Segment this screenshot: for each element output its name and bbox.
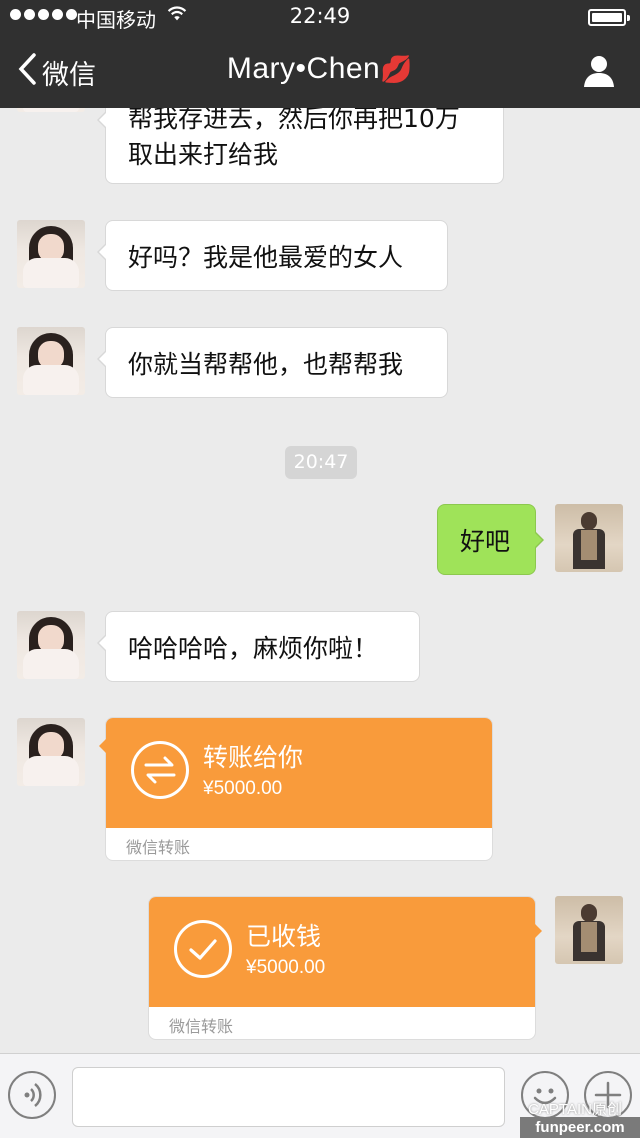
message-text: 哈哈哈哈，麻烦你啦！ xyxy=(128,633,379,663)
nav-bar: 微信 Mary•Chen💋 xyxy=(0,34,640,108)
message-bubble[interactable]: 你就当帮帮他，也帮帮我 xyxy=(97,327,448,398)
avatar[interactable] xyxy=(17,108,85,112)
message-bubble[interactable]: 好吗？我是他最爱的女人 xyxy=(97,220,448,291)
transfer-footer: 微信转账 xyxy=(126,838,191,857)
avatar[interactable] xyxy=(17,327,85,395)
avatar[interactable] xyxy=(17,611,85,679)
message-text: 你就当帮帮他，也帮帮我 xyxy=(128,349,404,379)
status-bar: 中国移动 22:49 xyxy=(0,0,640,34)
message-text: 帮我存进去，然后你再把10万 xyxy=(128,108,460,133)
transfer-amount: ¥5000.00 xyxy=(203,778,283,799)
message-text: 取出来打给我 xyxy=(128,140,279,169)
top-bar: 中国移动 22:49 微信 Mary•Chen💋 xyxy=(0,0,640,108)
contact-name: Mary•Chen xyxy=(226,52,381,85)
message-text: 好吗？我是他最爱的女人 xyxy=(128,242,404,272)
contact-info-button[interactable] xyxy=(582,54,616,88)
battery-icon xyxy=(588,9,630,26)
checkmark-icon xyxy=(174,920,232,978)
person-icon xyxy=(584,56,614,87)
voice-icon xyxy=(24,1083,42,1107)
transfer-amount: ¥5000.00 xyxy=(246,957,326,978)
watermark-caption: CAPTAIN原创 xyxy=(528,1101,622,1118)
transfer-card[interactable]: 转账给你 ¥5000.00 微信转账 xyxy=(99,717,493,861)
message-timestamp: 20:47 xyxy=(285,446,357,479)
watermark-site: funpeer.com xyxy=(520,1117,640,1138)
transfer-title: 转账给你 xyxy=(203,743,304,772)
chat-area[interactable]: 帮我存进去，然后你再把10万 取出来打给我 好吗？我是他最爱的女人 你就当帮帮他… xyxy=(0,108,640,1053)
lips-icon: 💋 xyxy=(380,54,414,84)
status-time: 22:49 xyxy=(289,4,351,28)
message-bubble[interactable]: 哈哈哈哈，麻烦你啦！ xyxy=(97,611,420,682)
avatar[interactable] xyxy=(17,718,85,786)
message-text: 好吧 xyxy=(460,526,511,556)
own-avatar[interactable] xyxy=(555,504,623,572)
transfer-footer: 微信转账 xyxy=(169,1017,234,1036)
message-input[interactable] xyxy=(72,1067,505,1127)
own-avatar[interactable] xyxy=(555,896,623,964)
message-bubble[interactable]: 帮我存进去，然后你再把10万 取出来打给我 xyxy=(97,108,504,184)
transfer-arrows-icon xyxy=(131,741,189,799)
message-bubble-own[interactable]: 好吧 xyxy=(437,504,544,575)
transfer-title: 已收钱 xyxy=(246,922,322,951)
voice-button[interactable] xyxy=(8,1071,56,1119)
avatar[interactable] xyxy=(17,220,85,288)
chat-title: Mary•Chen💋 xyxy=(0,52,640,86)
transfer-received-card[interactable]: 已收钱 ¥5000.00 微信转账 xyxy=(148,896,542,1040)
